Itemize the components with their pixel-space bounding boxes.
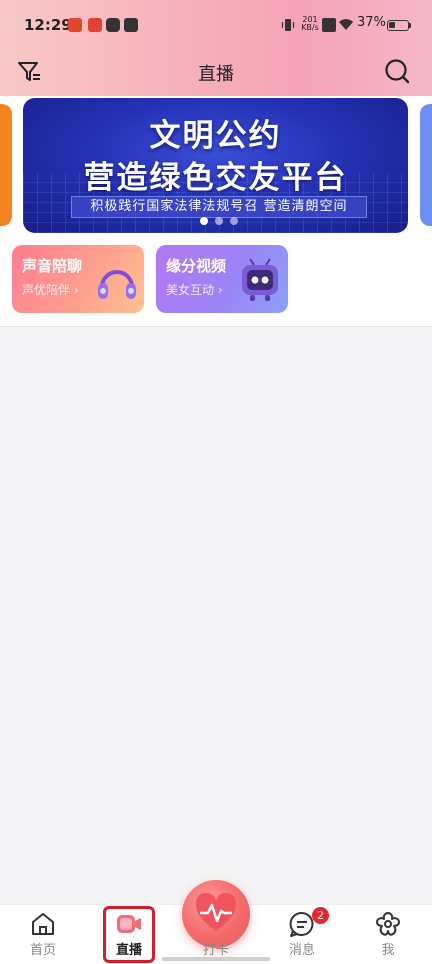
carousel-dot[interactable] <box>230 217 238 225</box>
home-indicator <box>162 957 270 961</box>
vibrate-icon <box>281 19 295 31</box>
tab-messages[interactable]: 消息 <box>272 939 332 958</box>
search-icon[interactable] <box>383 57 411 85</box>
notification-app-icon <box>68 18 82 32</box>
page-title: 直播 <box>198 64 234 85</box>
divider <box>0 326 432 327</box>
card-subtitle: 美女互动 › <box>166 283 223 297</box>
wifi-icon <box>339 19 353 30</box>
tab-home[interactable]: 首页 <box>13 939 73 958</box>
tab-checkin[interactable]: 打卡 <box>186 939 246 958</box>
net-speed: 201 KB/s <box>300 16 320 32</box>
card-title: 缘分视频 <box>166 257 227 275</box>
net-speed-unit: KB/s <box>301 23 319 32</box>
status-time: 12:29 <box>24 16 72 34</box>
banner-headline-2: 营造绿色交友平台 <box>83 160 348 196</box>
banner-prev-slide[interactable] <box>0 104 12 226</box>
status-bar: 12:29 201 KB/s 37% <box>0 0 432 50</box>
banner-headline: 文明公约 <box>149 118 282 154</box>
battery-icon <box>387 20 409 31</box>
banner-carousel[interactable]: 文明公约 营造绿色交友平台 积极践行国家法律法规号召 营造清朗空间 <box>23 98 408 233</box>
notification-app-icon <box>88 18 102 32</box>
battery-percent: 37% <box>357 15 386 30</box>
message-badge: 2 <box>312 907 329 924</box>
fate-video-card[interactable]: 缘分视频 美女互动 › <box>156 245 288 313</box>
banner-next-slide[interactable] <box>420 104 432 226</box>
card-subtitle: 声优陪伴 › <box>22 283 79 297</box>
profile-flower-icon[interactable] <box>374 910 402 938</box>
notification-app-icon <box>106 18 120 32</box>
banner-subtitle: 积极践行国家法律法规号召 营造清朗空间 <box>71 196 367 218</box>
carousel-dot[interactable] <box>215 217 223 225</box>
battery-level <box>389 22 395 28</box>
checkin-button[interactable] <box>182 880 250 948</box>
carousel-dot[interactable] <box>200 217 208 225</box>
sim-icon <box>322 18 336 32</box>
card-title: 声音陪聊 <box>22 257 83 275</box>
tv-mascot-icon <box>242 258 278 301</box>
battery-tip <box>409 23 411 28</box>
home-icon[interactable] <box>29 910 57 938</box>
tab-me[interactable]: 我 <box>358 939 418 958</box>
tab-live-highlight <box>103 906 155 963</box>
voice-chat-card[interactable]: 声音陪聊 声优陪伴 › <box>12 245 144 313</box>
notification-app-icon <box>124 18 138 32</box>
heart-pulse-icon <box>195 893 237 931</box>
headphones-icon <box>98 270 136 299</box>
